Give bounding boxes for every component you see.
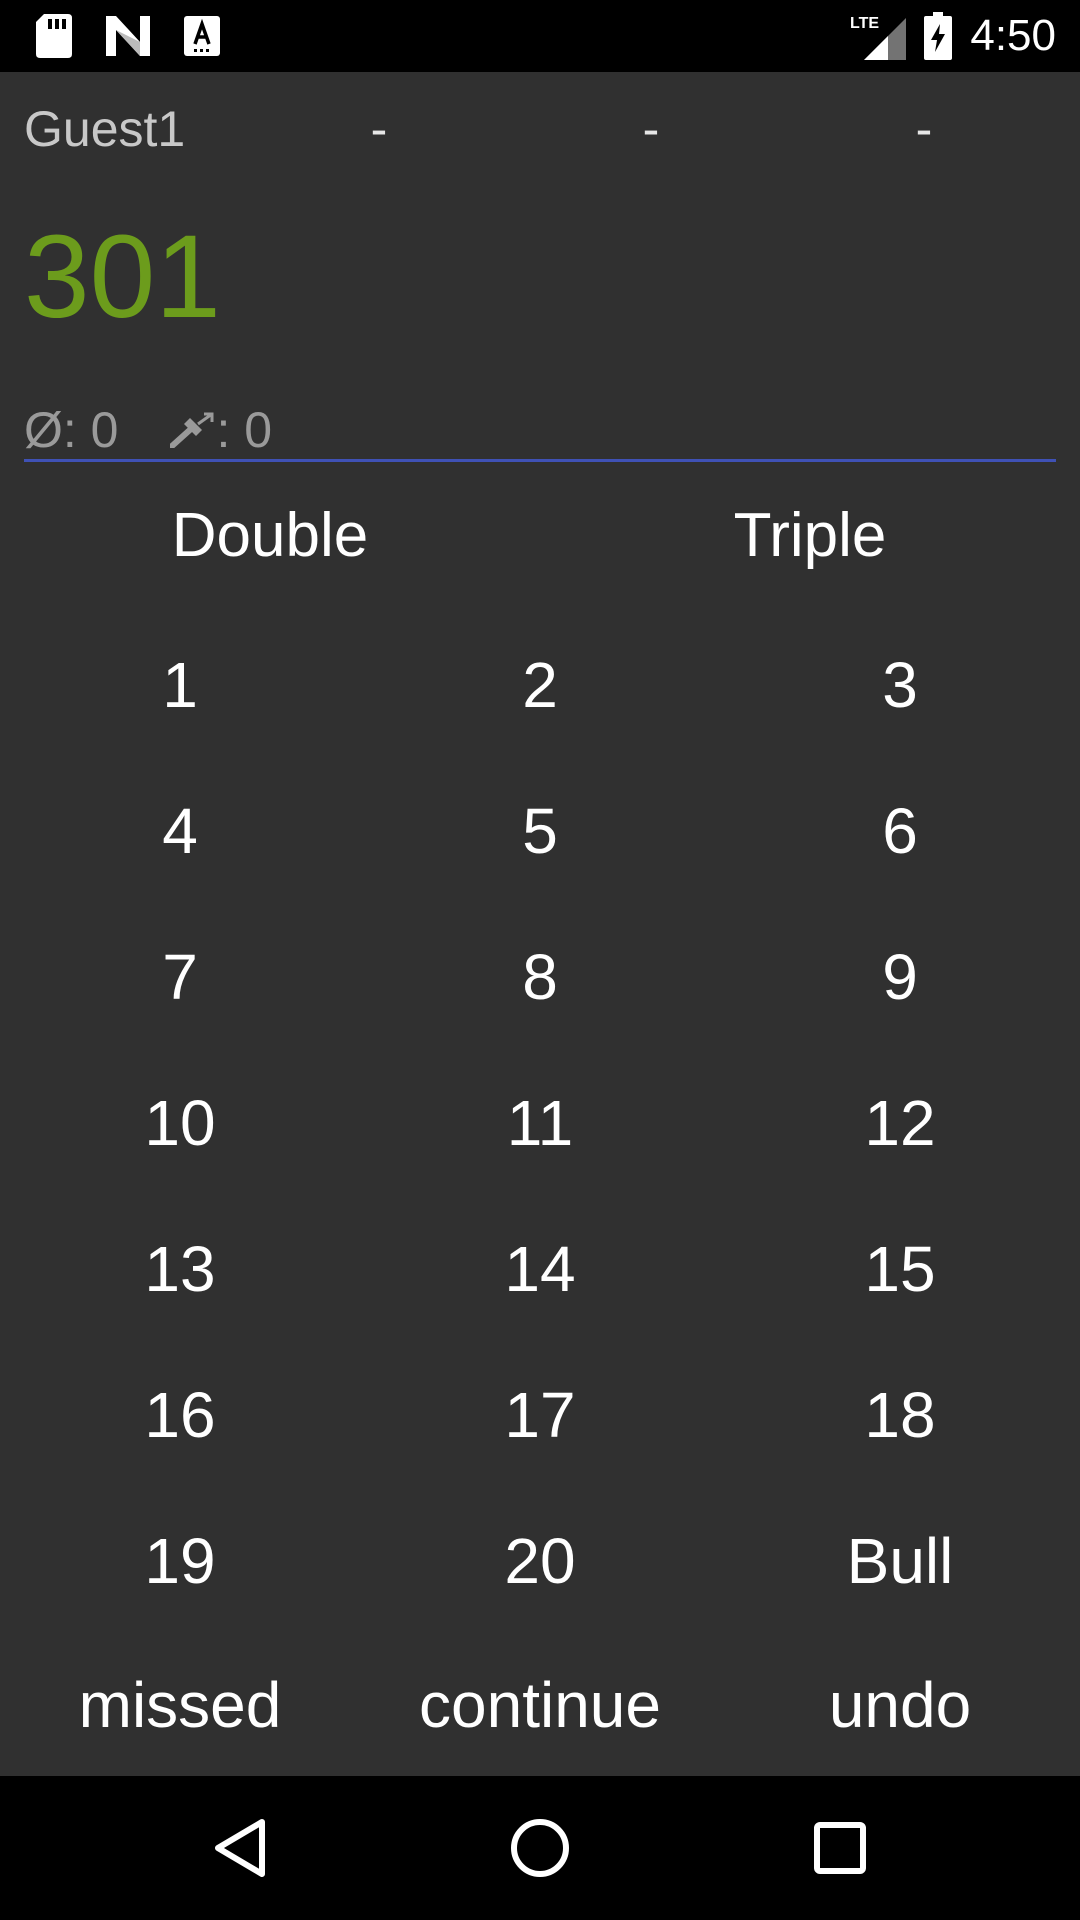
key-19[interactable]: 19 [0,1524,360,1598]
key-8[interactable]: 8 [360,940,720,1014]
key-5[interactable]: 5 [360,794,720,868]
darts-thrown-stat: : 0 [216,402,273,458]
keypad-row: 13 14 15 [0,1196,1080,1342]
key-15[interactable]: 15 [720,1232,1080,1306]
double-button[interactable]: Double [60,500,480,580]
key-6[interactable]: 6 [720,794,1080,868]
clock: 4:50 [970,11,1056,60]
key-9[interactable]: 9 [720,940,1080,1014]
continue-button[interactable]: continue [360,1668,720,1742]
key-18[interactable]: 18 [720,1378,1080,1452]
keypad-row: 19 20 Bull [0,1488,1080,1634]
average-stat: Ø: 0 [24,402,119,458]
back-triangle-icon [215,1819,265,1877]
recents-square-icon [814,1822,866,1874]
keypad-row: 7 8 9 [0,904,1080,1050]
player-header: Guest1 - - - [24,100,1056,170]
keypad-row: 4 5 6 [0,758,1080,904]
key-4[interactable]: 4 [0,794,360,868]
home-button[interactable] [480,1776,600,1920]
recents-button[interactable] [780,1776,900,1920]
key-bull[interactable]: Bull [720,1524,1080,1598]
triple-button[interactable]: Triple [600,500,1020,580]
keypad-row: 16 17 18 [0,1342,1080,1488]
dart-icon [170,412,214,448]
navigation-bar [0,1776,1080,1920]
player-name: Guest1 [24,101,186,157]
sd-card-icon [36,14,72,58]
key-11[interactable]: 11 [360,1086,720,1160]
back-button[interactable] [180,1776,300,1920]
undo-button[interactable]: undo [720,1668,1080,1742]
number-keypad: 1 2 3 4 5 6 7 8 9 10 11 12 13 14 15 16 1… [0,612,1080,1634]
missed-button[interactable]: missed [0,1668,360,1742]
svg-text:LTE: LTE [850,15,879,32]
lte-signal-icon: LTE [850,15,907,60]
keyboard-a-icon [184,16,220,56]
key-14[interactable]: 14 [360,1232,720,1306]
status-bar: LTE 4:50 [0,0,1080,72]
key-7[interactable]: 7 [0,940,360,1014]
key-2[interactable]: 2 [360,648,720,722]
keypad-row: 10 11 12 [0,1050,1080,1196]
battery-charging-icon [924,12,953,60]
key-17[interactable]: 17 [360,1378,720,1452]
dart-2-value: - [642,101,660,157]
key-10[interactable]: 10 [0,1086,360,1160]
key-1[interactable]: 1 [0,648,360,722]
n-logo-icon [106,16,150,56]
dart-3-value: - [915,101,933,157]
remaining-score: 301 [24,211,221,343]
key-13[interactable]: 13 [0,1232,360,1306]
keypad-row: 1 2 3 [0,612,1080,758]
key-20[interactable]: 20 [360,1524,720,1598]
key-16[interactable]: 16 [0,1378,360,1452]
header-divider [24,459,1056,462]
key-3[interactable]: 3 [720,648,1080,722]
stats-row: Ø: 0 : 0 [24,400,272,460]
dart-1-value: - [370,101,388,157]
action-row: missed continue undo [0,1660,1080,1750]
key-12[interactable]: 12 [720,1086,1080,1160]
home-circle-icon [511,1819,569,1877]
